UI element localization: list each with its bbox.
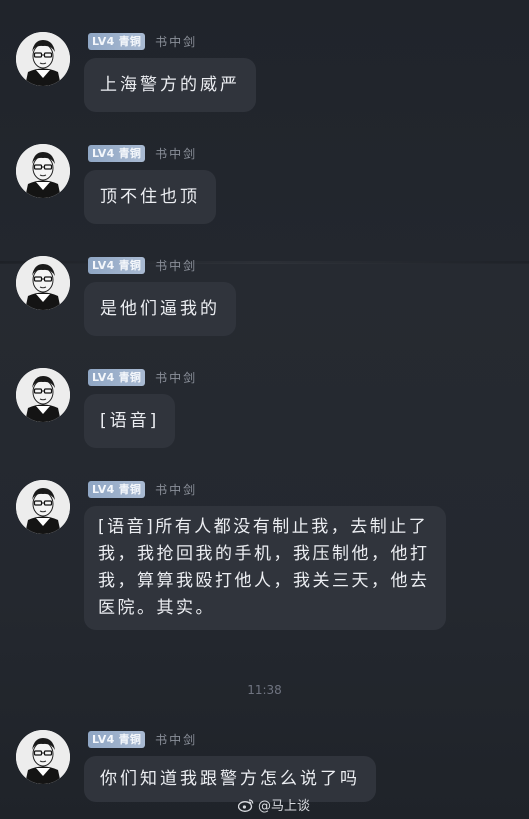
message-bubble[interactable]: 顶不住也顶 [84, 170, 216, 224]
stitch-seam [0, 261, 529, 264]
sender-nickname: 书中剑 [155, 34, 198, 49]
level-badge: LV4 青铜 [88, 144, 146, 162]
sender-meta: LV4 青铜 书中剑 [88, 144, 197, 162]
sender-meta: LV4 青铜 书中剑 [88, 480, 197, 498]
message-timestamp: 11:38 [247, 683, 282, 697]
sender-nickname: 书中剑 [155, 146, 198, 161]
user-avatar-sketch [16, 368, 70, 422]
avatar[interactable] [16, 368, 70, 422]
level-badge: LV4 青铜 [88, 32, 146, 50]
level-badge: LV4 青铜 [88, 256, 146, 274]
user-avatar-sketch [16, 480, 70, 534]
sender-nickname: 书中剑 [155, 482, 198, 497]
user-avatar-sketch [16, 32, 70, 86]
user-avatar-sketch [16, 256, 70, 310]
weibo-icon [238, 798, 254, 812]
message-bubble[interactable]: 你们知道我跟警方怎么说了吗 [84, 756, 376, 802]
level-badge: LV4 青铜 [88, 730, 146, 748]
sender-nickname: 书中剑 [155, 370, 198, 385]
screenshot-top-part [0, 0, 529, 263]
avatar[interactable] [16, 730, 70, 784]
message-bubble[interactable]: 是他们逼我的 [84, 282, 236, 336]
voice-message-bubble[interactable]: [语音] [84, 394, 176, 448]
sender-meta: LV4 青铜 书中剑 [88, 730, 197, 748]
avatar[interactable] [16, 256, 70, 310]
sender-nickname: 书中剑 [155, 258, 198, 273]
user-avatar-sketch [16, 144, 70, 198]
level-badge: LV4 青铜 [88, 368, 146, 386]
sender-nickname: 书中剑 [155, 732, 198, 747]
sender-meta: LV4 青铜 书中剑 [88, 368, 197, 386]
avatar[interactable] [16, 32, 70, 86]
level-badge: LV4 青铜 [88, 480, 146, 498]
avatar[interactable] [16, 480, 70, 534]
message-bubble[interactable]: 上海警方的威严 [84, 58, 256, 112]
avatar[interactable] [16, 144, 70, 198]
sender-meta: LV4 青铜 书中剑 [88, 256, 197, 274]
voice-transcript-bubble[interactable]: [语音]所有人都没有制止我，去制止了我，我抢回我的手机，我压制他，他打我，算算我… [84, 506, 446, 630]
source-watermark: @马上谈 [238, 795, 310, 814]
watermark-text: @马上谈 [258, 799, 311, 814]
sender-meta: LV4 青铜 书中剑 [88, 32, 197, 50]
user-avatar-sketch [16, 730, 70, 784]
